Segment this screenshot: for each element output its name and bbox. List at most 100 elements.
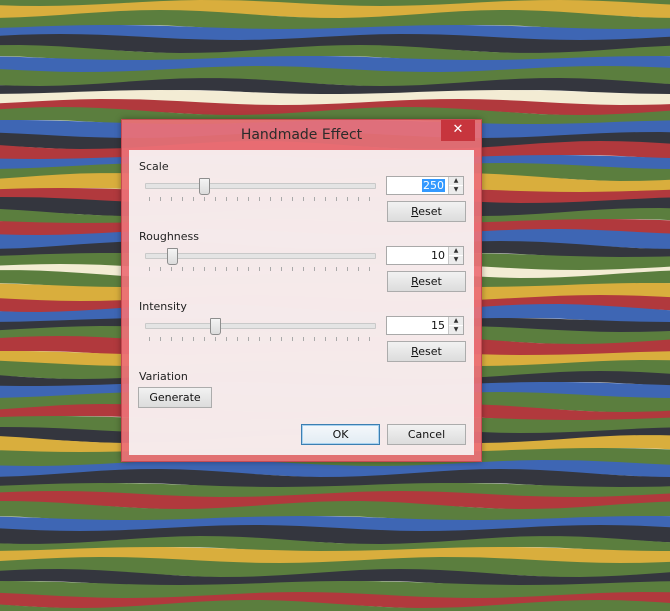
slider-tick [259, 197, 260, 201]
slider-tick [149, 267, 150, 271]
slider-tick [369, 337, 370, 341]
slider-tick [270, 337, 271, 341]
slider-tick [369, 197, 370, 201]
slider-tick [204, 267, 205, 271]
slider-tick [303, 267, 304, 271]
slider-tick [226, 337, 227, 341]
slider-tick [347, 267, 348, 271]
slider-tick [325, 267, 326, 271]
close-button[interactable]: ✕ [441, 120, 475, 141]
slider-tick [204, 197, 205, 201]
slider-tick [149, 337, 150, 341]
slider-tick [336, 337, 337, 341]
slider-tick [193, 337, 194, 341]
cancel-button[interactable]: Cancel [387, 424, 466, 445]
slider-tick [347, 197, 348, 201]
slider-tick [314, 197, 315, 201]
roughness-label: Roughness [139, 230, 200, 243]
scale-slider-track[interactable] [145, 183, 376, 189]
slider-tick [358, 197, 359, 201]
roughness-slider-thumb[interactable] [167, 248, 178, 265]
spin-down-icon[interactable]: ▼ [449, 256, 463, 264]
slider-tick [270, 197, 271, 201]
scale-reset-rest: eset [418, 205, 442, 218]
intensity-slider-ticks [149, 337, 371, 341]
slider-tick [281, 337, 282, 341]
roughness-reset-button[interactable]: Reset [387, 271, 466, 292]
intensity-slider-thumb[interactable] [210, 318, 221, 335]
slider-tick [314, 267, 315, 271]
spin-down-icon[interactable]: ▼ [449, 326, 463, 334]
scale-value[interactable]: 250 [422, 179, 445, 192]
intensity-slider-track[interactable] [145, 323, 376, 329]
scale-spin-arrows[interactable]: ▲ ▼ [448, 177, 463, 194]
close-icon: ✕ [452, 122, 464, 137]
slider-tick [171, 337, 172, 341]
slider-tick [358, 267, 359, 271]
slider-tick [182, 337, 183, 341]
intensity-label: Intensity [139, 300, 187, 313]
slider-tick [182, 267, 183, 271]
slider-tick [193, 197, 194, 201]
intensity-spinbox[interactable]: 15 ▲ ▼ [386, 316, 464, 335]
slider-tick [358, 337, 359, 341]
slider-tick [171, 267, 172, 271]
scale-spinbox[interactable]: 250 ▲ ▼ [386, 176, 464, 195]
slider-tick [215, 337, 216, 341]
slider-tick [303, 197, 304, 201]
roughness-slider-ticks [149, 267, 371, 271]
spin-up-icon[interactable]: ▲ [449, 317, 463, 325]
spin-down-icon[interactable]: ▼ [449, 186, 463, 194]
slider-tick [248, 197, 249, 201]
slider-tick [160, 337, 161, 341]
dialog-client-area: Scale 250 ▲ ▼ Reset Roughness 10 ▲ ▼ Res… [129, 150, 474, 455]
slider-tick [160, 197, 161, 201]
roughness-spinbox[interactable]: 10 ▲ ▼ [386, 246, 464, 265]
roughness-reset-rest: eset [418, 275, 442, 288]
ok-button[interactable]: OK [301, 424, 380, 445]
scale-slider-thumb[interactable] [199, 178, 210, 195]
handmade-effect-dialog: Handmade Effect ✕ Scale 250 ▲ ▼ Reset Ro… [121, 119, 482, 462]
slider-tick [336, 197, 337, 201]
title-bar[interactable]: Handmade Effect ✕ [122, 120, 481, 150]
roughness-value[interactable]: 10 [431, 249, 445, 262]
scale-reset-button[interactable]: Reset [387, 201, 466, 222]
scale-slider-ticks [149, 197, 371, 201]
slider-tick [160, 267, 161, 271]
slider-tick [215, 197, 216, 201]
slider-tick [248, 337, 249, 341]
slider-tick [347, 337, 348, 341]
slider-tick [281, 197, 282, 201]
variation-label: Variation [139, 370, 188, 383]
slider-tick [237, 267, 238, 271]
slider-tick [237, 197, 238, 201]
intensity-reset-rest: eset [418, 345, 442, 358]
slider-tick [369, 267, 370, 271]
scale-label: Scale [139, 160, 169, 173]
roughness-spin-arrows[interactable]: ▲ ▼ [448, 247, 463, 264]
intensity-value[interactable]: 15 [431, 319, 445, 332]
slider-tick [182, 197, 183, 201]
slider-tick [226, 197, 227, 201]
slider-tick [303, 337, 304, 341]
slider-tick [325, 337, 326, 341]
slider-tick [171, 197, 172, 201]
slider-tick [215, 267, 216, 271]
slider-tick [259, 337, 260, 341]
slider-tick [204, 337, 205, 341]
intensity-reset-button[interactable]: Reset [387, 341, 466, 362]
slider-tick [292, 197, 293, 201]
generate-button[interactable]: Generate [138, 387, 212, 408]
slider-tick [226, 267, 227, 271]
slider-tick [292, 337, 293, 341]
slider-tick [336, 267, 337, 271]
intensity-spin-arrows[interactable]: ▲ ▼ [448, 317, 463, 334]
roughness-slider-track[interactable] [145, 253, 376, 259]
slider-tick [248, 267, 249, 271]
spin-up-icon[interactable]: ▲ [449, 247, 463, 255]
slider-tick [325, 197, 326, 201]
window-title: Handmade Effect [240, 127, 363, 143]
slider-tick [314, 337, 315, 341]
spin-up-icon[interactable]: ▲ [449, 177, 463, 185]
slider-tick [259, 267, 260, 271]
